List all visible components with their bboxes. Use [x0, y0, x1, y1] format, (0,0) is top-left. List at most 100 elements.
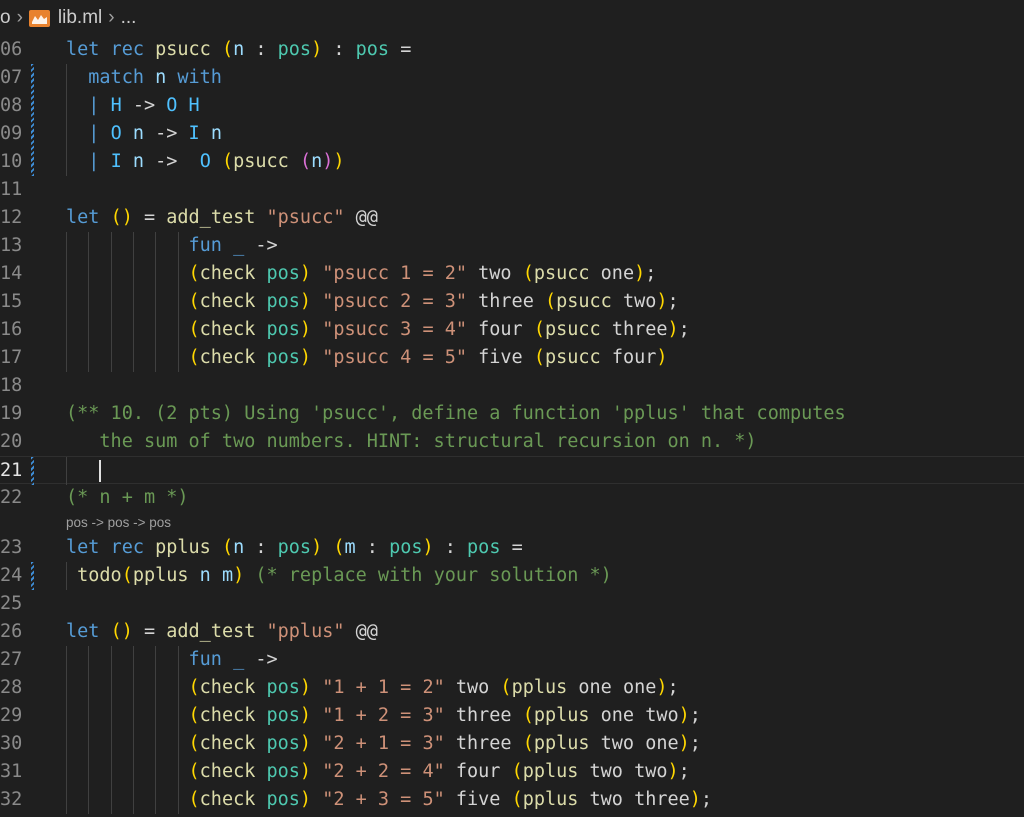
code-text[interactable]: fun _ ->	[66, 232, 278, 260]
code-line[interactable]: 19 (** 10. (2 pts) Using 'psucc', define …	[0, 400, 1024, 428]
code-token: )	[333, 151, 345, 172]
code-token: "2 + 3 = 5"	[322, 789, 456, 810]
modified-line-marker[interactable]	[31, 64, 34, 92]
type-inlay-hint: pos -> pos -> pos	[66, 515, 172, 530]
modified-line-marker[interactable]	[31, 92, 34, 120]
code-line[interactable]: 27 fun _ ->	[0, 646, 1024, 674]
code-token: ->	[255, 649, 278, 670]
code-line[interactable]: 12 let () = add_test "psucc" @@	[0, 204, 1024, 232]
code-line[interactable]: 26 let () = add_test "pplus" @@	[0, 618, 1024, 646]
code-line[interactable]: 30 (check pos) "2 + 1 = 3" three (pplus …	[0, 730, 1024, 758]
code-line[interactable]: 16 (check pos) "psucc 3 = 4" four (psucc…	[0, 316, 1024, 344]
code-text[interactable]: (* n + m *)	[66, 484, 189, 512]
code-line[interactable]: 10 | I n -> O (psucc (n))	[0, 148, 1024, 176]
code-token: )	[634, 263, 646, 284]
code-token: pplus	[533, 705, 601, 726]
breadcrumb-symbol[interactable]: ...	[121, 7, 137, 29]
code-line[interactable]: 07 match n with	[0, 64, 1024, 92]
code-token: (	[188, 789, 200, 810]
line-number: 28	[0, 677, 23, 698]
code-text[interactable]: let () = add_test "pplus" @@	[66, 618, 378, 646]
code-line[interactable]: 15 (check pos) "psucc 2 = 3" three (psuc…	[0, 288, 1024, 316]
code-text[interactable]: let () = add_test "psucc" @@	[66, 204, 378, 232]
line-number: 10	[0, 151, 23, 172]
code-line[interactable]: 32 (check pos) "2 + 3 = 5" five (pplus t…	[0, 786, 1024, 814]
code-token: I	[110, 151, 133, 172]
code-token: O H	[166, 95, 200, 116]
code-line[interactable]: 11	[0, 176, 1024, 204]
code-token: three	[478, 291, 545, 312]
code-text[interactable]: (check pos) "2 + 1 = 3" three (pplus two…	[66, 730, 701, 758]
code-line[interactable]: 18	[0, 372, 1024, 400]
code-text[interactable]: let rec psucc (n : pos) : pos =	[66, 36, 411, 64]
code-token: )	[667, 319, 679, 340]
line-number: 24	[0, 565, 23, 586]
code-line[interactable]: 09 | O n -> I n	[0, 120, 1024, 148]
code-text[interactable]: todo(pplus n m) (* replace with your sol…	[66, 562, 612, 590]
code-text[interactable]: fun _ ->	[66, 646, 278, 674]
code-line[interactable]: 13 fun _ ->	[0, 232, 1024, 260]
code-token: ;	[678, 319, 690, 340]
breadcrumb-file[interactable]: lib.ml	[58, 7, 102, 29]
code-line[interactable]: 29 (check pos) "1 + 2 = 3" three (pplus …	[0, 702, 1024, 730]
code-line[interactable]: 06 let rec psucc (n : pos) : pos =	[0, 36, 1024, 64]
code-line[interactable]: 20 the sum of two numbers. HINT: structu…	[0, 428, 1024, 456]
code-text[interactable]: (check pos) "psucc 1 = 2" two (psucc one…	[66, 260, 657, 288]
code-token: check	[199, 789, 267, 810]
code-text[interactable]: match n with	[66, 64, 222, 92]
line-number: 11	[0, 179, 23, 200]
code-token: fun	[188, 649, 234, 670]
breadcrumb-prefix[interactable]: o	[0, 7, 11, 29]
modified-line-marker[interactable]	[31, 148, 34, 176]
code-text[interactable]: (check pos) "psucc 3 = 4" four (psucc th…	[66, 316, 690, 344]
code-line[interactable]: 31 (check pos) "2 + 2 = 4" four (pplus t…	[0, 758, 1024, 786]
code-token: )	[422, 537, 434, 558]
modified-line-marker[interactable]	[31, 120, 34, 148]
code-token: psucc	[155, 39, 222, 60]
code-line[interactable]: 08 | H -> O H	[0, 92, 1024, 120]
code-text[interactable]: | I n -> O (psucc (n))	[66, 148, 345, 176]
code-line[interactable]: 14 (check pos) "psucc 1 = 2" two (psucc …	[0, 260, 1024, 288]
code-text[interactable]: (check pos) "psucc 4 = 5" five (psucc fo…	[66, 344, 668, 372]
code-token: check	[199, 677, 267, 698]
code-editor[interactable]: 06 let rec psucc (n : pos) : pos = 07 matc…	[0, 36, 1024, 817]
code-line[interactable]: 24 todo(pplus n m) (* replace with your …	[0, 562, 1024, 590]
code-line[interactable]: 22 (* n + m *)	[0, 484, 1024, 512]
code-token: pos	[389, 537, 423, 558]
code-text[interactable]: (check pos) "psucc 2 = 3" three (psucc t…	[66, 288, 679, 316]
code-token: todo	[77, 565, 122, 586]
code-text[interactable]: let rec pplus (n : pos) (m : pos) : pos …	[66, 534, 523, 562]
code-line[interactable]: 17 (check pos) "psucc 4 = 5" five (psucc…	[0, 344, 1024, 372]
code-text[interactable]: the sum of two numbers. HINT: structural…	[66, 428, 756, 456]
code-token: :	[255, 537, 278, 558]
code-text[interactable]: (check pos) "2 + 3 = 5" five (pplus two …	[66, 786, 713, 814]
code-text[interactable]: (check pos) "1 + 2 = 3" three (pplus one…	[66, 702, 701, 730]
code-token: )	[299, 761, 312, 782]
code-token: |	[88, 123, 111, 144]
code-token: two	[622, 291, 657, 312]
code-token: "pplus"	[266, 621, 356, 642]
code-token: rec	[110, 537, 156, 558]
code-token: two	[478, 263, 523, 284]
code-text[interactable]: | H -> O H	[66, 92, 200, 120]
code-token: ;	[689, 733, 701, 754]
code-token: one one	[578, 677, 657, 698]
code-token: (	[533, 319, 545, 340]
code-token: ;	[678, 761, 690, 782]
code-text[interactable]: (check pos) "1 + 1 = 2" two (pplus one o…	[66, 674, 679, 702]
modified-line-marker[interactable]	[31, 457, 34, 485]
code-token: )	[233, 565, 245, 586]
code-line[interactable]: 21	[0, 456, 1024, 485]
code-text[interactable]: (** 10. (2 pts) Using 'psucc', define a …	[66, 400, 846, 428]
code-line[interactable]: 25	[0, 590, 1024, 618]
code-text[interactable]: (check pos) "2 + 2 = 4" four (pplus two …	[66, 758, 690, 786]
line-number: 08	[0, 95, 23, 116]
code-line[interactable]: 23 let rec pplus (n : pos) (m : pos) : po…	[0, 534, 1024, 562]
code-token: O	[110, 123, 133, 144]
modified-line-marker[interactable]	[31, 562, 34, 590]
code-token: "psucc 1 = 2"	[322, 263, 479, 284]
code-line[interactable]: 28 (check pos) "1 + 1 = 2" two (pplus on…	[0, 674, 1024, 702]
code-text[interactable]: | O n -> I n	[66, 120, 222, 148]
